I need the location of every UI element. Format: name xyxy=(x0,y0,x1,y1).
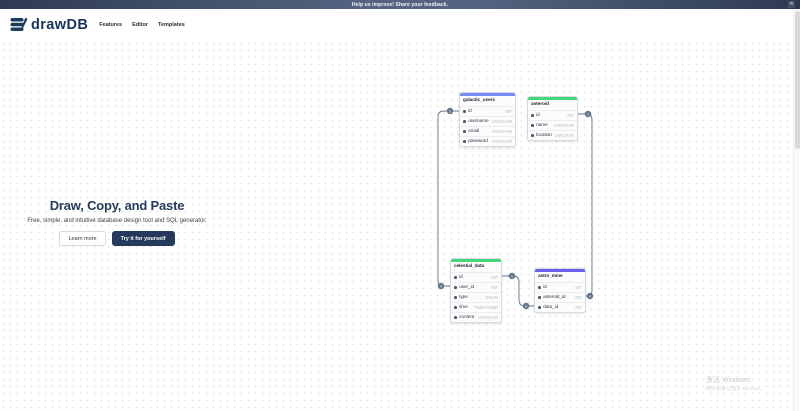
hero-subtitle: Free, simple, and intuitive database des… xyxy=(24,218,210,224)
try-it-button[interactable]: Try it for yourself xyxy=(112,231,175,246)
scrollbar-thumb[interactable] xyxy=(795,11,800,149)
watermark-line1: 激活 Windows xyxy=(706,375,791,385)
nav-item-editor[interactable]: Editor xyxy=(132,22,148,28)
windows-activation-watermark: 激活 Windows 转到“设置”以激活 Windows。 xyxy=(706,375,791,392)
feedback-banner-link[interactable]: Help us improve! Share your feedback. xyxy=(352,2,448,8)
database-pencil-icon xyxy=(10,17,28,33)
main-nav: Features Editor Templates xyxy=(99,22,185,28)
nav-item-templates[interactable]: Templates xyxy=(158,22,185,28)
scrollbar-track[interactable] xyxy=(793,9,800,411)
feedback-banner: Help us improve! Share your feedback. ✕ xyxy=(0,0,800,9)
drawdb-logo[interactable]: drawDB xyxy=(10,17,88,33)
watermark-line2: 转到“设置”以激活 Windows。 xyxy=(706,386,791,392)
drawdb-landing-page: Help us improve! Share your feedback. ✕ … xyxy=(0,0,800,411)
logo-text: drawDB xyxy=(31,17,88,33)
close-icon[interactable]: ✕ xyxy=(788,1,795,8)
learn-more-button[interactable]: Learn more xyxy=(59,231,105,246)
site-header: drawDB Features Editor Templates xyxy=(0,9,800,40)
nav-item-features[interactable]: Features xyxy=(99,22,122,28)
hero-copy: Draw, Copy, and Paste Free, simple, and … xyxy=(24,198,210,246)
hero-buttons: Learn more Try it for yourself xyxy=(24,231,210,246)
hero-title: Draw, Copy, and Paste xyxy=(24,198,210,213)
